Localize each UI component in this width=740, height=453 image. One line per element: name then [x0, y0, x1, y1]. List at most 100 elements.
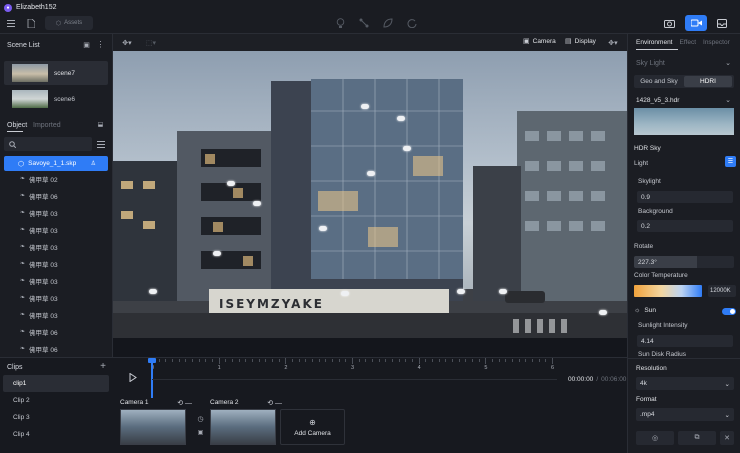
more-options-icon[interactable]: ⋮ [96, 40, 105, 49]
leaf-icon: ❧ [20, 312, 26, 318]
add-camera-label: Add Camera [294, 429, 331, 437]
light-marker[interactable] [397, 116, 405, 121]
object-label: 佛甲草 03 [29, 227, 58, 235]
timeline-ruler[interactable]: 0123456 [150, 358, 555, 380]
light-marker[interactable] [499, 289, 507, 294]
render-viewport[interactable]: ✥▾ ⬚▾ ▣ Camera ▤ Display ✥▾ ISEYMZYAKE [113, 34, 627, 357]
light-marker[interactable] [457, 289, 465, 294]
rotate-slider[interactable]: 227.3° [634, 256, 734, 268]
clip-item[interactable]: Clip 3 [3, 409, 109, 426]
hdr-file-name[interactable]: 1428_v5_3.hdr [636, 97, 679, 104]
object-list-item[interactable]: ❧ 佛甲草 06 [0, 187, 112, 204]
light-marker[interactable] [253, 201, 261, 206]
transition-icon[interactable]: ▣ [196, 428, 205, 437]
background-input[interactable]: 0.2 [637, 220, 733, 232]
light-marker[interactable] [319, 226, 327, 231]
color-temperature-input[interactable]: 12000K [708, 285, 736, 297]
timeline-tick [492, 359, 493, 362]
object-list-item[interactable]: ❧ 佛甲草 06 [0, 340, 112, 357]
gizmo-icon[interactable]: ✥▾ [605, 37, 621, 48]
leaf-icon: ❧ [20, 210, 26, 216]
format-select[interactable]: .mp4 ⌄ [636, 408, 734, 421]
leaf-icon[interactable] [382, 17, 394, 29]
chevron-down-icon: ⌄ [724, 411, 730, 419]
timeline-tick [505, 359, 507, 362]
light-marker[interactable] [367, 171, 375, 176]
playhead[interactable] [151, 358, 153, 398]
object-list-item[interactable]: ❧ 佛甲草 03 [0, 306, 112, 323]
hdri-mode-button[interactable]: HDRI [684, 76, 732, 87]
sun-toggle[interactable] [722, 308, 736, 315]
light-settings-button[interactable]: ☰ [725, 156, 736, 167]
timeline-tick [298, 359, 300, 362]
light-marker[interactable] [403, 146, 411, 151]
light-marker[interactable] [227, 181, 235, 186]
timer-icon[interactable]: ◷ [196, 414, 205, 423]
grid-tool-icon[interactable]: ⬚▾ [143, 37, 159, 48]
transform-tool-icon[interactable]: ✥▾ [119, 37, 135, 48]
clip-item[interactable]: Clip 4 [3, 426, 109, 443]
camera-card[interactable]: Camera 2 ⟲ — [210, 398, 282, 446]
light-marker[interactable] [149, 289, 157, 294]
object-tab[interactable]: Object [7, 122, 27, 129]
collapse-icon[interactable]: ⬓ [96, 120, 105, 129]
tab-environment[interactable]: Environment [636, 39, 673, 46]
color-temperature-slider[interactable] [634, 285, 702, 297]
tab-effect[interactable]: Effect [680, 39, 697, 46]
object-list-item[interactable]: ❧ 佛甲草 03 [0, 238, 112, 255]
imported-tab[interactable]: Imported [33, 122, 61, 129]
play-button[interactable] [128, 372, 138, 382]
object-list-item[interactable]: ❧ 佛甲草 03 [0, 272, 112, 289]
object-list-item[interactable]: ❧ 佛甲草 06 [0, 323, 112, 340]
screenshot-camera-icon[interactable] [663, 17, 676, 29]
camera-button[interactable]: ▣ Camera [523, 37, 556, 46]
new-file-icon[interactable] [26, 18, 36, 28]
menu-icon[interactable] [6, 18, 16, 28]
object-list-item[interactable]: ❧ 佛甲草 03 [0, 221, 112, 238]
assets-button[interactable]: ⬡ Assets [45, 16, 93, 30]
inbox-icon[interactable] [715, 17, 728, 29]
clip-item[interactable]: clip1 [3, 375, 109, 392]
light-marker[interactable] [213, 251, 221, 256]
clip-item[interactable]: Clip 2 [3, 392, 109, 409]
scene-item[interactable]: scene7 [4, 61, 108, 85]
video-record-button[interactable] [685, 15, 707, 31]
connect-nodes-icon[interactable] [358, 17, 370, 29]
skylight-input[interactable]: 0.9 [637, 191, 733, 203]
add-scene-icon[interactable]: ▣ [82, 40, 91, 49]
light-marker[interactable] [361, 104, 369, 109]
display-button[interactable]: ▤ Display [565, 37, 596, 46]
object-label: 佛甲草 02 [29, 176, 58, 184]
camera-card[interactable]: Camera 1 ⟲ — [120, 398, 192, 446]
add-camera-button[interactable]: ⊕ Add Camera [280, 409, 345, 445]
sunlight-intensity-input[interactable]: 4.14 [637, 335, 733, 347]
timeline-tick [225, 359, 227, 362]
time-display: 00:00:00 / 00:06:00 [568, 376, 626, 383]
close-icon[interactable]: ✕ [720, 431, 734, 445]
light-marker[interactable] [341, 291, 349, 296]
object-list-item[interactable]: ❧ 佛甲草 03 [0, 255, 112, 272]
object-list-item[interactable]: ❧ 佛甲草 03 [0, 204, 112, 221]
add-clip-icon[interactable]: + [98, 361, 108, 372]
chevron-down-icon[interactable]: ⌄ [724, 96, 732, 104]
light-marker[interactable] [599, 310, 607, 315]
object-list-item[interactable]: ❧ 佛甲草 02 [0, 170, 112, 187]
timeline-tick [438, 359, 440, 362]
refresh-icon[interactable] [406, 17, 418, 29]
camera-card-sync-icon[interactable]: ⟲ — [177, 399, 192, 407]
resolution-select[interactable]: 4k ⌄ [636, 377, 734, 390]
light-bulb-icon[interactable] [334, 17, 346, 29]
render-button[interactable]: ◎ [636, 431, 674, 445]
object-item-selected[interactable]: ⬡ Savoye_1_1.skp ♙ [4, 156, 108, 171]
object-list-item[interactable]: ❧ 佛甲草 03 [0, 289, 112, 306]
search-input[interactable] [4, 137, 92, 151]
tab-inspector[interactable]: Inspector [703, 39, 730, 46]
camera-card-sync-icon[interactable]: ⟲ — [267, 399, 282, 407]
geo-sky-mode-button[interactable]: Geo and Sky [634, 78, 684, 85]
list-view-icon[interactable] [96, 140, 105, 149]
export-button[interactable]: ⧉ [678, 431, 716, 445]
scene-item[interactable]: scene6 [4, 88, 108, 110]
time-separator: / [596, 376, 599, 383]
playhead-handle[interactable] [148, 358, 156, 363]
chevron-down-icon[interactable]: ⌄ [724, 59, 732, 67]
